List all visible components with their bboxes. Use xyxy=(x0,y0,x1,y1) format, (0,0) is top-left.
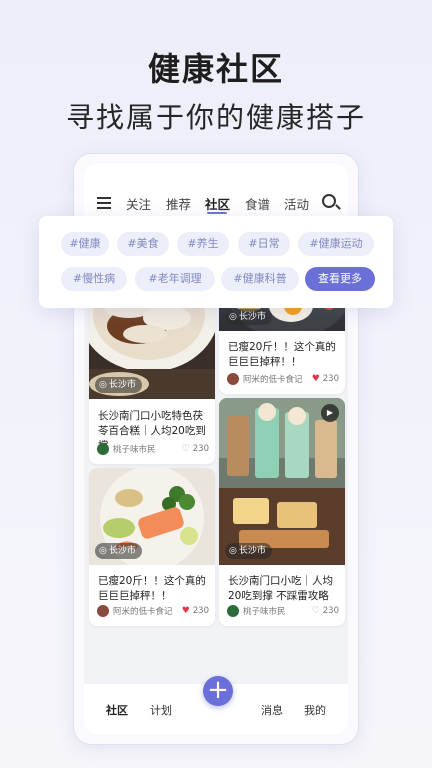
location-label: 长沙市 xyxy=(108,380,136,390)
author-name[interactable]: 桃子味市民 xyxy=(243,605,312,617)
like-count: 230 xyxy=(192,444,209,454)
tag-food[interactable]: #美食 xyxy=(117,232,169,256)
post-title[interactable]: 长沙南门口小吃｜人均20吃到撑 不踩雷攻略 xyxy=(228,574,339,604)
post-title[interactable]: 已瘦20斤！！这个真的巨巨巨掉秤！！ xyxy=(98,574,209,604)
tab-recommend[interactable]: 推荐 xyxy=(166,194,191,213)
post-photo xyxy=(219,398,345,565)
avatar[interactable] xyxy=(97,443,109,455)
heart-outline-icon[interactable]: ♡ xyxy=(182,444,190,454)
avatar[interactable] xyxy=(227,373,239,385)
bottom-navigation: 社区 计划 + 消息 我的 xyxy=(84,676,348,734)
hamburger-menu-icon[interactable] xyxy=(97,197,111,209)
heart-filled-icon[interactable]: ♥ xyxy=(312,374,320,384)
location-pin-icon: ◎ xyxy=(229,546,237,556)
food-photo-drinks xyxy=(219,398,345,565)
tag-health-science[interactable]: #健康科普 xyxy=(221,267,299,291)
location-pin-icon: ◎ xyxy=(99,546,107,556)
author-name[interactable]: 阿米的低卡食记 xyxy=(113,605,182,617)
tag-popup: #健康 #美食 #养生 #日常 #健康运动 #慢性病 #老年调理 #健康科普 查… xyxy=(39,216,393,308)
location-label: 长沙市 xyxy=(108,546,136,556)
location-badge: ◎ 长沙市 xyxy=(225,543,272,559)
like-count: 230 xyxy=(322,374,339,384)
nav-profile[interactable]: 我的 xyxy=(304,702,326,718)
location-badge: ◎ 长沙市 xyxy=(95,543,142,559)
tag-chronic-disease[interactable]: #慢性病 xyxy=(61,267,127,291)
tab-follow[interactable]: 关注 xyxy=(126,194,151,213)
heart-filled-icon[interactable]: ♥ xyxy=(182,606,190,616)
author-name[interactable]: 阿米的低卡食记 xyxy=(243,373,312,385)
avatar[interactable] xyxy=(227,605,239,617)
author-name[interactable]: 桃子味市民 xyxy=(113,443,182,455)
avatar[interactable] xyxy=(97,605,109,617)
tab-events[interactable]: 活动 xyxy=(284,194,309,213)
tag-fitness[interactable]: #健康运动 xyxy=(298,232,374,256)
nav-plan[interactable]: 计划 xyxy=(150,702,172,718)
tag-health[interactable]: #健康 xyxy=(61,232,109,256)
promo-title: 健康社区 xyxy=(147,50,284,88)
location-label: 长沙市 xyxy=(238,312,266,322)
location-pin-icon: ◎ xyxy=(99,380,107,390)
nav-community[interactable]: 社区 xyxy=(106,702,128,718)
view-more-button[interactable]: 查看更多 xyxy=(305,267,375,291)
tab-community[interactable]: 社区 xyxy=(205,194,230,213)
post-card[interactable]: ▶ ◎ 长沙市 长沙南门口小吃｜人均20吃到撑 不踩雷攻略 桃子味市民 ♡ 23… xyxy=(219,398,345,626)
post-meta: 桃子味市民 ♡ 230 xyxy=(97,442,209,456)
post-meta: 桃子味市民 ♡ 230 xyxy=(227,604,339,618)
like-count: 230 xyxy=(192,606,209,616)
video-play-icon[interactable]: ▶ xyxy=(321,404,339,422)
location-pin-icon: ◎ xyxy=(229,312,237,322)
post-meta: 阿米的低卡食记 ♥ 230 xyxy=(227,372,339,386)
location-badge: ◎ 长沙市 xyxy=(225,309,272,325)
tag-wellness[interactable]: #养生 xyxy=(177,232,229,256)
location-badge: ◎ 长沙市 xyxy=(95,377,142,393)
tag-daily[interactable]: #日常 xyxy=(238,232,290,256)
like-count: 230 xyxy=(322,606,339,616)
active-tab-indicator xyxy=(207,212,227,214)
post-meta: 阿米的低卡食记 ♥ 230 xyxy=(97,604,209,618)
search-icon[interactable] xyxy=(322,194,336,208)
post-card[interactable]: ◎ 长沙市 已瘦20斤！！这个真的巨巨巨掉秤！！ 阿米的低卡食记 ♥ 230 xyxy=(89,468,215,626)
post-title[interactable]: 已瘦20斤！！这个真的巨巨巨掉秤！！ xyxy=(228,340,339,370)
tag-elderly-care[interactable]: #老年调理 xyxy=(135,267,215,291)
promo-subtitle: 寻找属于你的健康搭子 xyxy=(65,101,366,134)
add-post-button[interactable]: + xyxy=(203,676,233,706)
heart-outline-icon[interactable]: ♡ xyxy=(312,606,320,616)
location-label: 长沙市 xyxy=(238,546,266,556)
nav-messages[interactable]: 消息 xyxy=(261,702,283,718)
tab-recipes[interactable]: 食谱 xyxy=(245,194,270,213)
